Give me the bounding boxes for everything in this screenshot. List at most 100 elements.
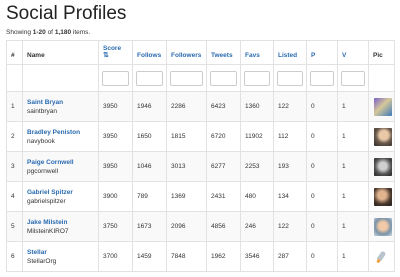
- profile-handle: saintbryan: [27, 107, 57, 115]
- p-cell: 0: [306, 241, 338, 272]
- column-header-v[interactable]: V: [337, 40, 369, 65]
- p-cell: 0: [306, 151, 338, 182]
- row-number: 6: [6, 241, 23, 272]
- p-cell: 0: [306, 91, 338, 122]
- followers-cell: 2286: [166, 91, 207, 122]
- follows-cell: 1673: [132, 211, 167, 242]
- avatar: [374, 217, 392, 236]
- avatar: [374, 187, 392, 206]
- sort-icon[interactable]: ⇅: [103, 52, 132, 59]
- name-cell: Stellar StellarOrg: [22, 241, 99, 272]
- profile-name-link[interactable]: Saint Bryan: [27, 98, 98, 107]
- profile-handle: navybook: [27, 137, 55, 145]
- favs-cell: 480: [240, 181, 274, 212]
- table-row: 1 Saint Bryan saintbryan 3950 1946 2286 6…: [6, 91, 395, 122]
- summary-total: 1,180: [54, 29, 72, 36]
- score-cell: 3900: [98, 181, 133, 212]
- followers-cell: 7848: [166, 241, 207, 272]
- follows-cell: 1946: [132, 91, 167, 122]
- avatar: [374, 157, 392, 176]
- rocket-icon: [374, 247, 392, 266]
- favs-filter-input[interactable]: [244, 70, 270, 86]
- favs-cell: 246: [240, 211, 274, 242]
- profile-name-link[interactable]: Paige Cornwell: [27, 158, 98, 167]
- page: Social Profiles Showing 1-20 of 1,180 it…: [0, 0, 400, 272]
- column-header-tweets[interactable]: Tweets: [206, 40, 241, 65]
- filter-row: [6, 64, 395, 92]
- name-cell: Jake Milstein MilsteinKIRO7: [22, 211, 99, 242]
- v-filter-input[interactable]: [341, 70, 365, 86]
- score-cell: 3950: [98, 91, 133, 122]
- profile-name-link[interactable]: Stellar: [27, 248, 98, 257]
- column-header-score[interactable]: Score ⇅: [98, 40, 133, 65]
- v-cell: 1: [337, 151, 369, 182]
- pic-cell: [368, 151, 395, 182]
- pic-cell: [368, 121, 395, 152]
- avatar: [374, 97, 392, 116]
- table-row: 5 Jake Milstein MilsteinKIRO7 3750 1673 2…: [6, 211, 395, 242]
- name-cell: Paige Cornwell pgcornwell: [22, 151, 99, 182]
- column-header-followers[interactable]: Followers: [166, 40, 207, 65]
- page-title: Social Profiles: [6, 3, 127, 24]
- profile-handle: MilsteinKIRO7: [27, 227, 69, 235]
- followers-filter-input[interactable]: [170, 70, 203, 86]
- results-summary: Showing 1-20 of 1,180 items.: [6, 29, 91, 36]
- row-number: 5: [6, 211, 23, 242]
- row-number: 2: [6, 121, 23, 152]
- column-header-pic: Pic: [368, 40, 395, 65]
- follows-filter-input[interactable]: [136, 70, 163, 86]
- column-header-name: Name: [22, 40, 99, 65]
- tweets-cell: 4856: [206, 211, 241, 242]
- table-row: 3 Paige Cornwell pgcornwell 3950 1046 301…: [6, 151, 395, 182]
- profiles-table: # Name Score ⇅ Follows Followers Tweets F…: [6, 40, 395, 272]
- p-filter-input[interactable]: [310, 70, 334, 86]
- pic-cell: [368, 241, 395, 272]
- table-row: 4 Gabriel Spitzer gabrielspitzer 3900 789…: [6, 181, 395, 212]
- score-filter-input[interactable]: [102, 70, 129, 86]
- v-cell: 1: [337, 121, 369, 152]
- name-cell: Bradley Peniston navybook: [22, 121, 99, 152]
- favs-cell: 11902: [240, 121, 274, 152]
- profile-name-link[interactable]: Jake Milstein: [27, 218, 98, 227]
- pic-cell: [368, 181, 395, 212]
- row-number: 4: [6, 181, 23, 212]
- pic-cell: [368, 211, 395, 242]
- score-label[interactable]: Score: [103, 45, 121, 52]
- v-cell: 1: [337, 91, 369, 122]
- followers-cell: 2096: [166, 211, 207, 242]
- v-cell: 1: [337, 181, 369, 212]
- tweets-cell: 6720: [206, 121, 241, 152]
- profile-handle: StellarOrg: [27, 257, 57, 265]
- favs-cell: 1360: [240, 91, 274, 122]
- listed-cell: 134: [273, 181, 307, 212]
- listed-filter-input[interactable]: [277, 70, 303, 86]
- follows-cell: 1046: [132, 151, 167, 182]
- tweets-filter-input[interactable]: [210, 70, 237, 86]
- listed-cell: 193: [273, 151, 307, 182]
- column-header-favs[interactable]: Favs: [240, 40, 274, 65]
- follows-cell: 1459: [132, 241, 167, 272]
- score-cell: 3750: [98, 211, 133, 242]
- favs-cell: 2253: [240, 151, 274, 182]
- table-row: 2 Bradley Peniston navybook 3950 1650 181…: [6, 121, 395, 152]
- tweets-cell: 2431: [206, 181, 241, 212]
- profile-name-link[interactable]: Bradley Peniston: [27, 128, 98, 137]
- listed-cell: 287: [273, 241, 307, 272]
- header-row: # Name Score ⇅ Follows Followers Tweets F…: [6, 40, 395, 65]
- listed-cell: 122: [273, 211, 307, 242]
- v-cell: 1: [337, 241, 369, 272]
- follows-cell: 789: [132, 181, 167, 212]
- tweets-cell: 6423: [206, 91, 241, 122]
- p-cell: 0: [306, 121, 338, 152]
- column-header-p[interactable]: P: [306, 40, 338, 65]
- profile-name-link[interactable]: Gabriel Spitzer: [27, 188, 98, 197]
- column-header-listed[interactable]: Listed: [273, 40, 307, 65]
- p-cell: 0: [306, 181, 338, 212]
- tweets-cell: 6277: [206, 151, 241, 182]
- row-number: 3: [6, 151, 23, 182]
- listed-cell: 112: [273, 121, 307, 152]
- column-header-follows[interactable]: Follows: [132, 40, 167, 65]
- pic-cell: [368, 91, 395, 122]
- listed-cell: 122: [273, 91, 307, 122]
- summary-range: 1-20: [32, 29, 46, 36]
